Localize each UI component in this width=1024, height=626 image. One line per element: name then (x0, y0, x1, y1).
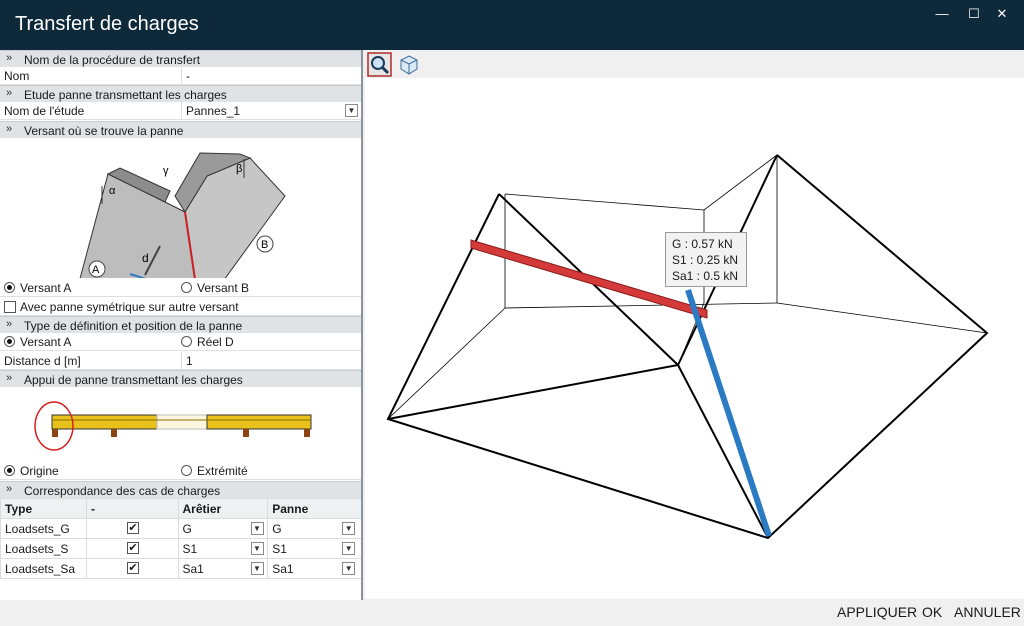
header-panne: Panne (267, 498, 361, 519)
study-select[interactable]: Pannes_1 (181, 102, 361, 119)
header-aretier: Arêtier (177, 498, 269, 519)
distance-label: Distance d [m] (4, 354, 81, 368)
type-cell: Loadsets_Sa (0, 558, 87, 579)
panne-select[interactable]: Sa1 (272, 562, 293, 576)
minimize-button[interactable]: — (928, 4, 956, 24)
roof-3d-model (386, 154, 989, 540)
load-values-tooltip: G : 0.57 kN S1 : 0.25 kN Sa1 : 0.5 kN (665, 232, 747, 287)
alpha-label: α (109, 185, 116, 197)
zoom-icon[interactable] (367, 52, 393, 78)
typedef-reel-radio[interactable] (181, 336, 192, 347)
typedef-a-label: Versant A (20, 335, 72, 349)
aretier-select[interactable]: G (183, 522, 192, 536)
section-appui[interactable]: » Appui de panne transmettant les charge… (0, 370, 361, 387)
type-cell: Loadsets_G (0, 518, 87, 539)
name-value[interactable]: - (181, 67, 361, 84)
footer-bar: APPLIQUER OK ANNULER (0, 600, 1024, 626)
dropdown-icon[interactable]: ▼ (342, 522, 356, 535)
versant-a-label: Versant A (20, 281, 72, 295)
tooltip-s1: S1 : 0.25 kN (672, 253, 739, 267)
collapse-chevron-icon[interactable]: » (6, 87, 12, 99)
symmetric-row: Avec panne symétrique sur autre versant (0, 298, 361, 316)
name-row: Nom - (0, 67, 361, 85)
typedef-row: Versant A Réel D (0, 333, 361, 351)
maximize-button[interactable]: ☐ (960, 4, 988, 24)
extremite-radio[interactable] (181, 465, 192, 476)
collapse-chevron-icon[interactable]: » (6, 52, 12, 64)
section-procedure-name[interactable]: » Nom de la procédure de transfert (0, 50, 361, 67)
dropdown-icon[interactable]: ▼ (342, 562, 356, 575)
dropdown-icon[interactable]: ▼ (250, 542, 264, 555)
close-button[interactable]: ✕ (988, 4, 1016, 24)
apply-button[interactable]: APPLIQUER (837, 604, 917, 620)
label-a: A (92, 264, 100, 276)
distance-row: Distance d [m] 1 (0, 352, 361, 370)
3d-viewport[interactable]: G : 0.57 kN S1 : 0.25 kN Sa1 : 0.5 kN (365, 78, 1024, 599)
table-header-row: Type - Arêtier Panne (0, 498, 361, 519)
versant-a-radio[interactable] (4, 282, 15, 293)
beta-label: β (236, 163, 242, 175)
name-label: Nom (4, 69, 30, 83)
label-b: B (261, 239, 268, 251)
versant-row: Versant A Versant B (0, 279, 361, 297)
aretier-select[interactable]: Sa1 (183, 562, 204, 576)
beam-support-diagram (34, 401, 312, 451)
appui-row: Origine Extrémité (0, 462, 361, 480)
collapse-chevron-icon[interactable]: » (6, 372, 12, 384)
section-versant[interactable]: » Versant où se trouve la panne (0, 121, 361, 138)
origine-radio[interactable] (4, 465, 15, 476)
dropdown-icon[interactable]: ▼ (250, 522, 264, 535)
gamma-label: γ (163, 165, 169, 177)
panne-select[interactable]: G (272, 522, 281, 536)
window-title: Transfert de charges (15, 13, 199, 35)
dropdown-icon[interactable]: ▼ (342, 542, 356, 555)
table-row: Loadsets_G ✔ G ▼ G ▼ (0, 518, 361, 539)
tooltip-sa1: Sa1 : 0.5 kN (672, 269, 739, 283)
aretier-select[interactable]: S1 (183, 542, 198, 556)
tooltip-g: G : 0.57 kN (672, 237, 733, 251)
panne-select[interactable]: S1 (272, 542, 287, 556)
table-row: Loadsets_S ✔ S1 ▼ S1 ▼ (0, 538, 361, 559)
loadcase-checkbox[interactable]: ✔ (126, 542, 139, 554)
collapse-chevron-icon[interactable]: » (6, 483, 12, 495)
collapse-chevron-icon[interactable]: » (6, 123, 12, 135)
section-type-definition[interactable]: » Type de définition et position de la p… (0, 316, 361, 333)
symmetric-checkbox[interactable] (4, 301, 16, 313)
extremite-label: Extrémité (197, 464, 248, 478)
loadcase-checkbox[interactable]: ✔ (126, 562, 139, 574)
roof-diagram: A B α β γ d (79, 152, 286, 278)
study-dropdown-icon[interactable]: ▼ (345, 104, 358, 117)
title-bar: Transfert de charges — ☐ ✕ (0, 0, 1024, 50)
versant-b-radio[interactable] (181, 282, 192, 293)
transfer-dialog: Transfert de charges — ☐ ✕ » Nom de la p… (0, 0, 1024, 626)
versant-b-label: Versant B (197, 281, 250, 295)
study-row: Nom de l'étude Pannes_1 ▼ (0, 102, 361, 120)
loadcases-table: Type - Arêtier Panne Loadsets_G ✔ G ▼ G ▼ … (0, 498, 361, 579)
type-cell: Loadsets_S (0, 538, 87, 559)
header-type: Type (0, 498, 87, 519)
section-loadcases[interactable]: » Correspondance des cas de charges (0, 481, 361, 498)
distance-d-label: d (142, 251, 149, 265)
distance-input[interactable]: 1 (181, 352, 361, 369)
properties-panel: » Nom de la procédure de transfert Nom -… (0, 50, 363, 600)
cancel-button[interactable]: ANNULER (954, 604, 1021, 620)
viewer-toolbar (365, 50, 1024, 78)
origine-label: Origine (20, 464, 59, 478)
header-check: - (85, 498, 179, 519)
section-study[interactable]: » Etude panne transmettant les charges (0, 85, 361, 102)
dropdown-icon[interactable]: ▼ (250, 562, 264, 575)
typedef-a-radio[interactable] (4, 336, 15, 347)
loadcase-checkbox[interactable]: ✔ (126, 522, 139, 534)
study-label: Nom de l'étude (4, 104, 85, 118)
cube-view-icon[interactable] (398, 54, 420, 76)
table-row: Loadsets_Sa ✔ Sa1 ▼ Sa1 ▼ (0, 558, 361, 579)
symmetric-label: Avec panne symétrique sur autre versant (20, 300, 239, 314)
typedef-reel-label: Réel D (197, 335, 234, 349)
ok-button[interactable]: OK (922, 604, 942, 620)
collapse-chevron-icon[interactable]: » (6, 318, 12, 330)
